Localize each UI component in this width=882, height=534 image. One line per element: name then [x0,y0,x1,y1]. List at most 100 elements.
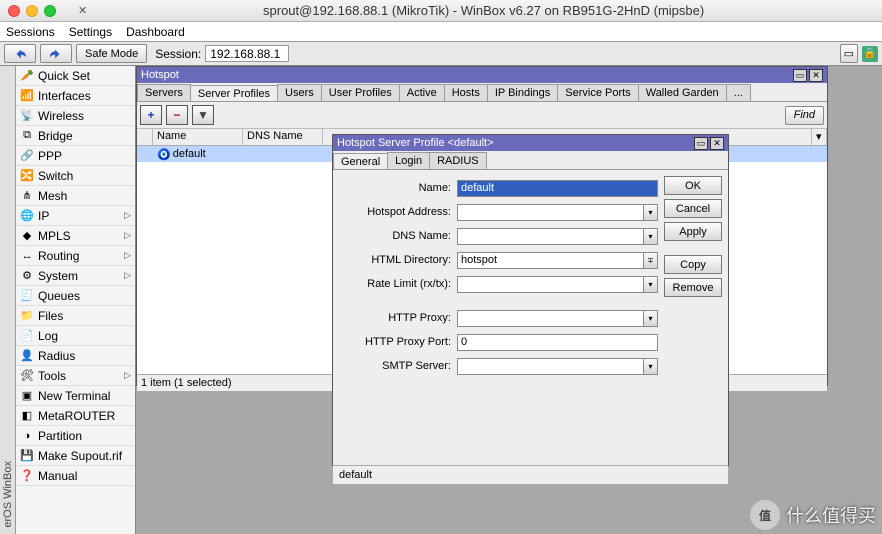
close-icon[interactable]: ✕ [710,137,724,150]
dlg-tab-general[interactable]: General [333,153,388,170]
sidebar-item-make-supout.rif[interactable]: 💾Make Supout.rif [16,446,135,466]
tab-walled-garden[interactable]: Walled Garden [638,84,727,101]
item-icon: ⋔ [20,189,34,203]
tab-...[interactable]: ... [726,84,751,101]
proxy-label: HTTP Proxy: [339,312,457,324]
sidebar-item-metarouter[interactable]: ◧MetaROUTER [16,406,135,426]
undo-button[interactable] [4,44,36,63]
sidebar-item-manual[interactable]: ❓Manual [16,466,135,486]
addr-input[interactable] [457,204,644,221]
dialog-header[interactable]: Hotspot Server Profile <default> ▭ ✕ [333,135,728,151]
item-icon: ⚙ [20,269,34,283]
dlg-tab-login[interactable]: Login [387,152,430,169]
sidebar-item-interfaces[interactable]: 📶Interfaces [16,86,135,106]
cancel-button[interactable]: Cancel [664,199,722,218]
menubar: Sessions Settings Dashboard [0,22,882,42]
col-dd-icon[interactable]: ▾ [812,129,827,145]
sidebar-item-quick-set[interactable]: 🥕Quick Set [16,66,135,86]
sidebar-item-log[interactable]: 📄Log [16,326,135,346]
rate-dd-icon[interactable]: ▾ [644,276,658,293]
sidebar-item-mpls[interactable]: ◆MPLS▷ [16,226,135,246]
smtp-input[interactable] [457,358,644,375]
thumb-icon: 值 [750,500,780,530]
workspace: Hotspot ▭ ✕ ServersServer ProfilesUsersU… [136,66,882,534]
tab-user-profiles[interactable]: User Profiles [321,84,400,101]
menu-settings[interactable]: Settings [69,25,112,39]
item-icon: 📡 [20,109,34,123]
item-icon: ◆ [20,229,34,243]
dns-dd-icon[interactable]: ▾ [644,228,658,245]
apply-button[interactable]: Apply [664,222,722,241]
item-icon: ◑ [20,429,34,443]
dns-input[interactable] [457,228,644,245]
min-icon[interactable]: ▭ [694,137,708,150]
remove-button[interactable]: Remove [664,278,722,297]
window-title: sprout@192.168.88.1 (MikroTik) - WinBox … [93,3,874,18]
copy-button[interactable]: Copy [664,255,722,274]
tab-servers[interactable]: Servers [137,84,191,101]
item-icon: 👤 [20,349,34,363]
pport-label: HTTP Proxy Port: [339,336,457,348]
add-button[interactable]: + [140,105,162,125]
ok-button[interactable]: OK [664,176,722,195]
submenu-icon: ▷ [124,210,131,221]
tab-service-ports[interactable]: Service Ports [557,84,638,101]
tab-users[interactable]: Users [277,84,322,101]
item-icon: ◧ [20,409,34,423]
name-input[interactable] [457,180,658,197]
tab-active[interactable]: Active [399,84,445,101]
sidebar-item-mesh[interactable]: ⋔Mesh [16,186,135,206]
redo-button[interactable] [40,44,72,63]
sidebar-item-bridge[interactable]: ⧉Bridge [16,126,135,146]
close-icon[interactable]: ✕ [809,69,823,82]
addr-dd-icon[interactable]: ▾ [644,204,658,221]
find-button[interactable]: Find [785,106,824,125]
sidebar-item-radius[interactable]: 👤Radius [16,346,135,366]
zoom-icon[interactable] [44,5,56,17]
sidebar-item-switch[interactable]: 🔀Switch [16,166,135,186]
sidebar-item-files[interactable]: 📁Files [16,306,135,326]
minimize-icon[interactable] [26,5,38,17]
item-icon: 🧾 [20,289,34,303]
sidebar-item-partition[interactable]: ◑Partition [16,426,135,446]
note-button[interactable]: ▭ [840,44,858,63]
sidebar-item-tools[interactable]: 🛠Tools▷ [16,366,135,386]
html-label: HTML Directory: [339,254,457,266]
smtp-dd-icon[interactable]: ▾ [644,358,658,375]
sidebar-item-routing[interactable]: ↔Routing▷ [16,246,135,266]
proxy-input[interactable] [457,310,644,327]
session-value[interactable]: 192.168.88.1 [205,45,289,62]
sidebar-item-ppp[interactable]: 🔗PPP [16,146,135,166]
session-label: Session: [155,47,201,61]
col-dns[interactable]: DNS Name [243,129,323,145]
menu-sessions[interactable]: Sessions [6,25,55,39]
html-input[interactable] [457,252,644,269]
dlg-tab-radius[interactable]: RADIUS [429,152,487,169]
item-icon: 🔀 [20,169,34,183]
filter-button[interactable]: ▼ [192,105,214,125]
safe-mode-button[interactable]: Safe Mode [76,44,147,63]
hotspot-header[interactable]: Hotspot ▭ ✕ [137,67,827,83]
close-icon[interactable] [8,5,20,17]
lock-icon[interactable]: 🔒 [862,46,878,62]
html-dd-icon[interactable]: ∓ [644,252,658,269]
remove-button[interactable]: − [166,105,188,125]
tab-server-profiles[interactable]: Server Profiles [190,85,278,102]
proxy-dd-icon[interactable]: ▾ [644,310,658,327]
sidebar-item-queues[interactable]: 🧾Queues [16,286,135,306]
sidebar-item-ip[interactable]: 🌐IP▷ [16,206,135,226]
pport-input[interactable] [457,334,658,351]
col-name[interactable]: Name [153,129,243,145]
name-label: Name: [339,182,457,194]
min-icon[interactable]: ▭ [793,69,807,82]
dialog-title: Hotspot Server Profile <default> [337,137,494,149]
tab-ip-bindings[interactable]: IP Bindings [487,84,558,101]
sidebar-item-wireless[interactable]: 📡Wireless [16,106,135,126]
smtp-label: SMTP Server: [339,360,457,372]
sidebar-item-system[interactable]: ⚙System▷ [16,266,135,286]
rate-input[interactable] [457,276,644,293]
sidebar-item-new-terminal[interactable]: ▣New Terminal [16,386,135,406]
submenu-icon: ▷ [124,270,131,281]
tab-hosts[interactable]: Hosts [444,84,488,101]
menu-dashboard[interactable]: Dashboard [126,25,185,39]
